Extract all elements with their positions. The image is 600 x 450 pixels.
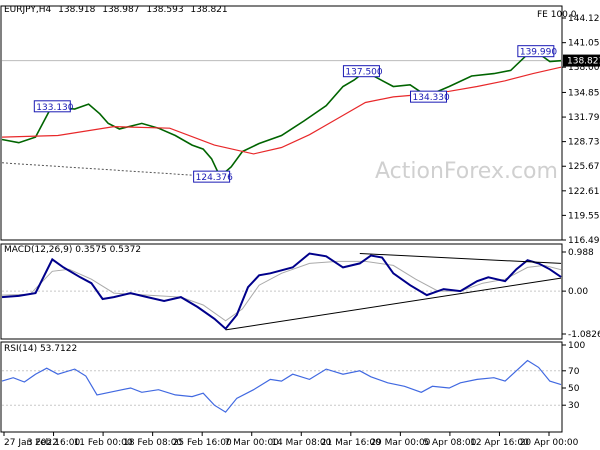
x-tick-label: 5 Apr 08:00 bbox=[423, 438, 476, 448]
x-tick-label: 29 Mar 00:00 bbox=[370, 438, 430, 448]
price-y-tick-label: 131.790 bbox=[568, 113, 600, 123]
macd-y-tick-label: -1.0826 bbox=[568, 330, 600, 340]
rsi-title: RSI(14) 53.7122 bbox=[4, 344, 77, 354]
price-y-tick-label: 141.050 bbox=[568, 39, 600, 49]
price-y-tick-label: 119.555 bbox=[568, 211, 600, 221]
price-title: EURJPY,H4 138.918 138.987 138.593 138.82… bbox=[4, 5, 228, 15]
x-tick-label: 25 Feb 16:00 bbox=[173, 438, 232, 448]
macd-y-tick-label: 0.988 bbox=[568, 248, 594, 258]
close-value: 138.821 bbox=[190, 5, 227, 15]
price-y-tick-label: 122.610 bbox=[568, 187, 600, 197]
price-callout: 139.990 bbox=[517, 45, 557, 58]
price-callout-label: 139.990 bbox=[520, 48, 557, 58]
price-y-tick-label: 128.735 bbox=[568, 138, 600, 148]
current-price-label: 138.821 bbox=[567, 57, 600, 67]
price-callout-label: 134.330 bbox=[413, 93, 450, 103]
watermark: ActionForex.com bbox=[375, 159, 558, 184]
price-y-tick-label: 125.670 bbox=[568, 162, 600, 172]
rsi-y-tick-label: 50 bbox=[568, 384, 580, 394]
y-axes: 144.120141.050138.000134.855131.790128.7… bbox=[562, 14, 600, 411]
price-callout: 134.330 bbox=[410, 90, 450, 103]
low-value: 138.593 bbox=[146, 5, 183, 15]
x-tick-label: 3 Feb 16:00 bbox=[27, 438, 81, 448]
price-callout: 133.130 bbox=[33, 100, 74, 113]
macd-pane bbox=[0, 243, 563, 340]
symbol-label: EURJPY,H4 bbox=[4, 5, 52, 15]
price-y-tick-label: 144.120 bbox=[568, 14, 600, 24]
price-y-tick-label: 134.855 bbox=[568, 88, 600, 98]
high-value: 138.987 bbox=[102, 5, 139, 15]
x-tick-label: 20 Apr 00:00 bbox=[520, 438, 579, 448]
price-y-tick-label: 116.490 bbox=[568, 236, 600, 246]
price-callout-label: 124.376 bbox=[196, 173, 233, 183]
price-callout: 124.376 bbox=[193, 170, 233, 183]
rsi-pane bbox=[0, 341, 563, 433]
price-callout-label: 137.500 bbox=[345, 68, 382, 78]
price-callout: 137.500 bbox=[342, 65, 383, 78]
price-callout-label: 133.130 bbox=[36, 103, 73, 113]
rsi-y-tick-label: 70 bbox=[568, 367, 580, 377]
rsi-y-tick-label: 100 bbox=[568, 341, 585, 351]
rsi-y-tick-label: 30 bbox=[568, 401, 580, 411]
price-pane bbox=[0, 5, 563, 241]
open-value: 138.918 bbox=[58, 5, 95, 15]
x-axis: 27 Jan 20223 Feb 16:0011 Feb 00:0018 Feb… bbox=[3, 432, 579, 448]
forex-chart: ActionForex.com EURJPY,H4 138.918 138.98… bbox=[0, 5, 600, 448]
macd-y-tick-label: 0.00 bbox=[568, 287, 588, 297]
macd-title: MACD(12,26,9) 0.3575 0.5372 bbox=[4, 245, 141, 255]
